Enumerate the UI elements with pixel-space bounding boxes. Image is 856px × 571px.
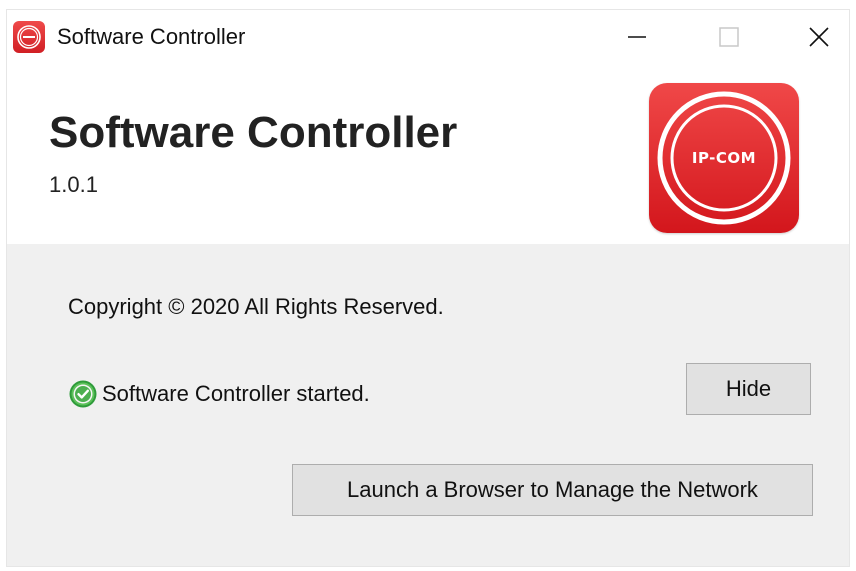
minimize-button[interactable] <box>607 10 667 64</box>
maximize-icon <box>719 27 739 47</box>
maximize-button[interactable] <box>699 10 759 64</box>
product-title: Software Controller <box>49 108 458 157</box>
title-bar: Software Controller <box>7 10 849 64</box>
minimize-icon <box>628 36 646 38</box>
header-panel: Software Controller 1.0.1 IP-COM <box>7 64 849 244</box>
window-title: Software Controller <box>57 24 246 49</box>
product-version: 1.0.1 <box>49 172 98 197</box>
copyright-text: Copyright © 2020 All Rights Reserved. <box>68 294 444 319</box>
application-window: Software Controller Software Controller … <box>7 10 849 566</box>
ip-com-logo-icon <box>13 21 45 53</box>
hide-button[interactable]: Hide <box>686 363 811 415</box>
close-button[interactable] <box>789 10 849 64</box>
launch-browser-button[interactable]: Launch a Browser to Manage the Network <box>292 464 813 516</box>
status-text: Software Controller started. <box>102 381 370 406</box>
check-circle-icon <box>69 380 97 408</box>
status-message: Software Controller started. <box>68 378 370 410</box>
content-panel: Copyright © 2020 All Rights Reserved. So… <box>7 244 849 566</box>
logo-text: IP-COM <box>691 149 757 167</box>
close-icon <box>809 27 829 47</box>
ip-com-logo: IP-COM <box>649 83 799 233</box>
